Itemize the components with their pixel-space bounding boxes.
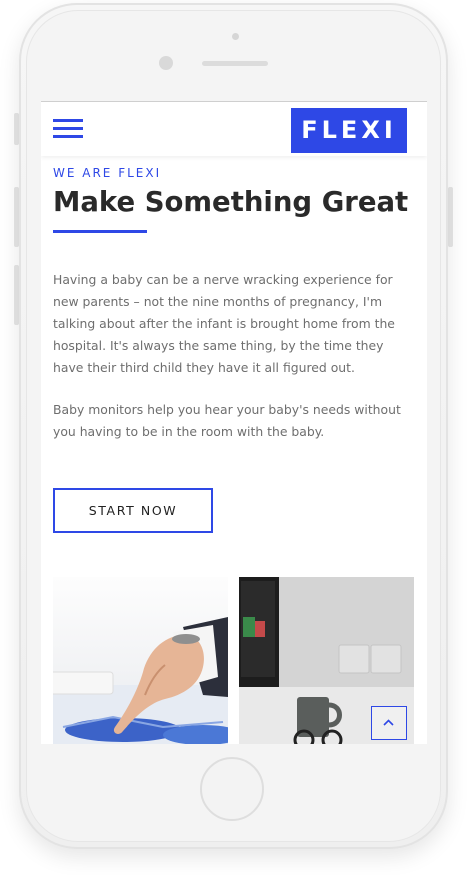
- front-camera: [159, 56, 173, 70]
- hamburger-menu-icon[interactable]: [53, 118, 83, 140]
- secondary-paragraph: Baby monitors help you hear your baby's …: [53, 402, 401, 439]
- device-mockup: FLEXI WE ARE FLEXI Make Something Great …: [0, 0, 469, 875]
- earpiece-speaker: [202, 61, 268, 66]
- section-eyebrow: WE ARE FLEXI: [53, 166, 162, 180]
- title-underline: [53, 230, 147, 233]
- site-logo[interactable]: FLEXI: [291, 108, 407, 153]
- hand-chart-illustration: [53, 617, 228, 744]
- start-now-button[interactable]: START NOW: [53, 488, 213, 533]
- intro-paragraph: Having a baby can be a nerve wracking ex…: [53, 272, 395, 375]
- scroll-to-top-button[interactable]: [371, 706, 407, 740]
- chevron-up-icon: [383, 719, 394, 726]
- phone-screen: FLEXI WE ARE FLEXI Make Something Great …: [41, 101, 427, 744]
- page-title: Make Something Great: [53, 186, 409, 218]
- site-header: FLEXI: [41, 101, 427, 156]
- hand-pointing-at-chart-photo: [53, 577, 228, 744]
- phone-power-button: [448, 187, 453, 247]
- home-button[interactable]: [200, 757, 264, 821]
- proximity-sensor: [232, 33, 239, 40]
